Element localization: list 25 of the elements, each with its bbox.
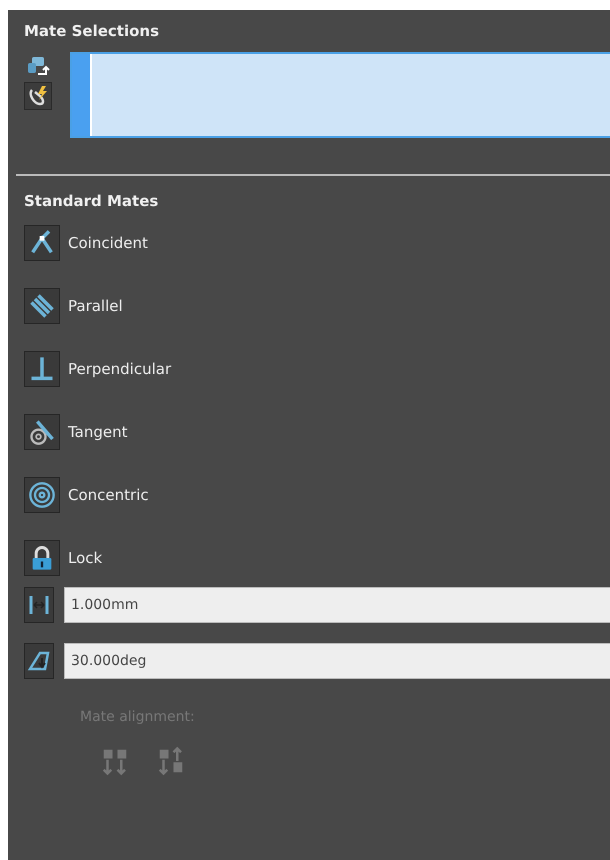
distance-field[interactable]: 1.000mm (64, 587, 610, 623)
mate-type-button[interactable] (24, 540, 60, 576)
mate-type-button[interactable] (24, 225, 60, 261)
mate-type-label: Tangent (68, 423, 128, 441)
angle-arrow-icon (27, 649, 51, 673)
concentric-circles-icon (28, 481, 56, 509)
parts-swap-icon (26, 54, 50, 78)
mate-type-label: Perpendicular (68, 360, 172, 378)
mate-type-label: Coincident (68, 234, 148, 252)
mate-type-label: Lock (68, 549, 102, 567)
mate-type-button[interactable] (24, 351, 60, 387)
angle-field[interactable]: 30.000deg (64, 643, 610, 679)
section-heading: Mate Selections (24, 22, 160, 40)
mate-type-button[interactable] (24, 288, 60, 324)
mate-type-label: Concentric (68, 486, 149, 504)
mate-type-button[interactable] (24, 477, 60, 513)
smart-mate-button[interactable] (24, 82, 52, 110)
distance-button[interactable] (24, 587, 54, 623)
mate-type-button[interactable] (24, 414, 60, 450)
distance-icon (27, 593, 51, 617)
tangent-icon (28, 418, 56, 446)
mate-type-label: Parallel (68, 297, 123, 315)
angle-button[interactable] (24, 643, 54, 679)
section-heading: Standard Mates (24, 192, 160, 210)
parallel-lines-icon (28, 292, 56, 320)
